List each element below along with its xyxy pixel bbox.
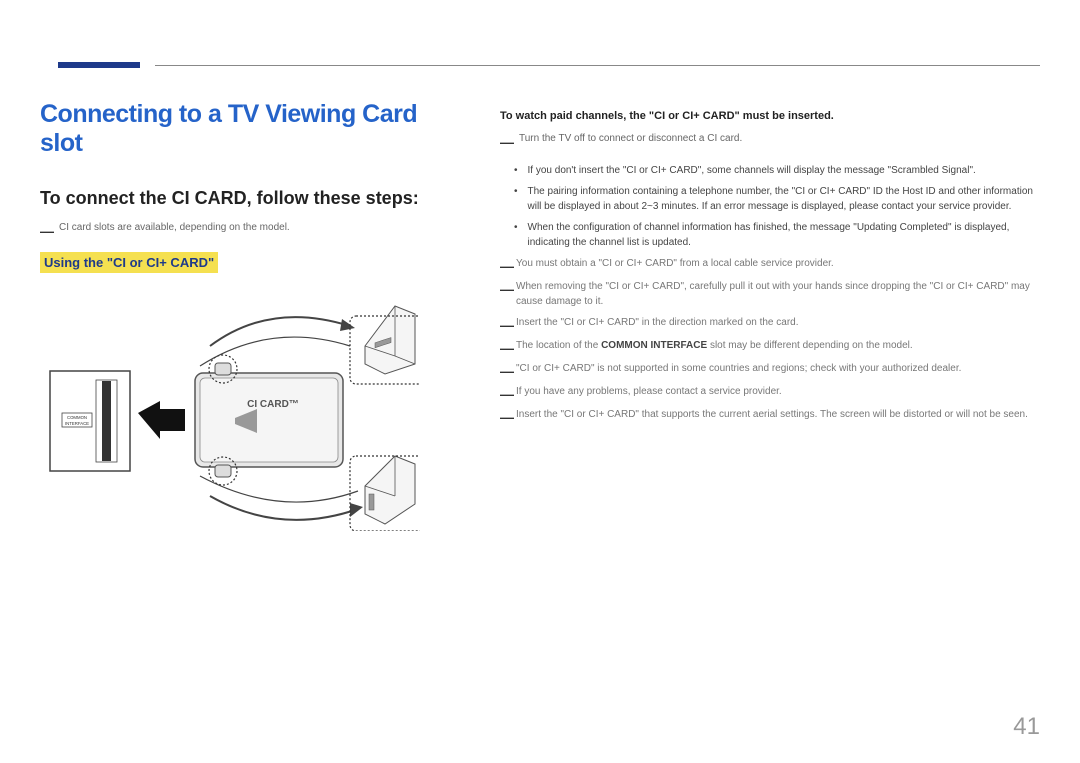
right-top-note-row: ― Turn the TV off to connect or disconne… <box>500 132 1040 149</box>
page-title: Connecting to a TV Viewing Card slot <box>40 100 460 158</box>
sub-note-item: ― The location of the COMMON INTERFACE s… <box>500 338 1040 355</box>
sub-dash-list: ― You must obtain a "CI or CI+ CARD" fro… <box>500 256 1040 424</box>
bullet-item: • The pairing information containing a t… <box>500 184 1040 214</box>
sub-note-text: If you have any problems, please contact… <box>516 384 782 399</box>
bullet-text: The pairing information containing a tel… <box>528 184 1040 214</box>
left-column: Connecting to a TV Viewing Card slot To … <box>40 100 460 531</box>
bullet-text: When the configuration of channel inform… <box>528 220 1040 250</box>
header-divider-line <box>155 65 1040 66</box>
slot-label-line1: COMMON <box>67 415 87 420</box>
page-number: 41 <box>1013 713 1040 741</box>
dash-icon: ― <box>40 221 54 238</box>
dash-icon: ― <box>500 256 514 273</box>
dash-icon: ― <box>500 279 514 296</box>
bullet-text: If you don't insert the "CI or CI+ CARD"… <box>528 163 976 178</box>
sub-note-text: The location of the COMMON INTERFACE slo… <box>516 338 913 353</box>
dash-icon: ― <box>500 132 514 149</box>
right-column: To watch paid channels, the "CI or CI+ C… <box>500 100 1040 531</box>
section-subtitle: To connect the CI CARD, follow these ste… <box>40 188 460 209</box>
slot-label-line2: INTERFACE <box>65 421 89 426</box>
right-top-note: Turn the TV off to connect or disconnect… <box>519 132 742 146</box>
sub-note-item: ― Insert the "CI or CI+ CARD" in the dir… <box>500 315 1040 332</box>
sub-note-text: Insert the "CI or CI+ CARD" that support… <box>516 407 1028 422</box>
right-heading: To watch paid channels, the "CI or CI+ C… <box>500 110 1040 122</box>
sub-note-text: You must obtain a "CI or CI+ CARD" from … <box>516 256 834 271</box>
bullet-list: • If you don't insert the "CI or CI+ CAR… <box>500 163 1040 250</box>
sub-note-text: Insert the "CI or CI+ CARD" in the direc… <box>516 315 799 330</box>
header-accent-bar <box>58 62 140 68</box>
sub-note-item: ― You must obtain a "CI or CI+ CARD" fro… <box>500 256 1040 273</box>
ci-card-diagram: COMMON INTERFACE <box>40 301 420 531</box>
bullet-icon: • <box>514 184 518 199</box>
dash-icon: ― <box>500 407 514 424</box>
left-note-row: ― CI card slots are available, depending… <box>40 221 460 238</box>
sub-note-text: When removing the "CI or CI+ CARD", care… <box>516 279 1040 309</box>
dash-icon: ― <box>500 384 514 401</box>
sub-note-item: ― When removing the "CI or CI+ CARD", ca… <box>500 279 1040 309</box>
highlighted-subheading: Using the "CI or CI+ CARD" <box>40 252 218 273</box>
dash-icon: ― <box>500 338 514 355</box>
page-content: Connecting to a TV Viewing Card slot To … <box>40 100 1040 531</box>
bullet-icon: • <box>514 163 518 178</box>
sub-note-item: ― Insert the "CI or CI+ CARD" that suppo… <box>500 407 1040 424</box>
sub-note-text: "CI or CI+ CARD" is not supported in som… <box>516 361 961 376</box>
dash-icon: ― <box>500 361 514 378</box>
left-note-text: CI card slots are available, depending o… <box>59 221 290 235</box>
dash-icon: ― <box>500 315 514 332</box>
sub-note-item: ― "CI or CI+ CARD" is not supported in s… <box>500 361 1040 378</box>
card-label: CI CARD™ <box>247 399 299 410</box>
bullet-icon: • <box>514 220 518 235</box>
sub-note-item: ― If you have any problems, please conta… <box>500 384 1040 401</box>
bullet-item: • If you don't insert the "CI or CI+ CAR… <box>500 163 1040 178</box>
bullet-item: • When the configuration of channel info… <box>500 220 1040 250</box>
